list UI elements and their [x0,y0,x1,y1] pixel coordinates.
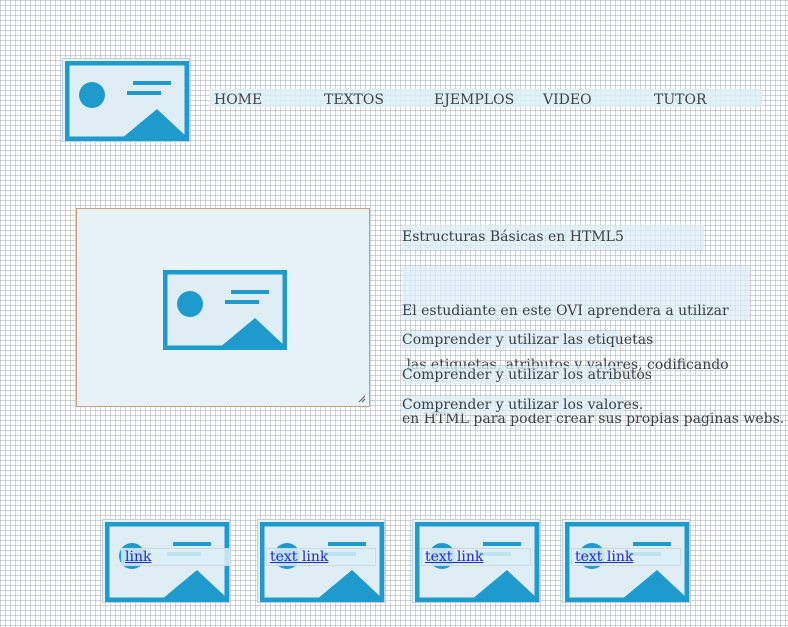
thumbnail-link[interactable]: link [125,549,151,565]
thumbnail-card: text link [562,519,690,603]
thumbnail-link[interactable]: text link [270,549,328,565]
thumbnail-caption: text link [421,548,531,566]
description-block: El estudiante en este OVI aprendera a ut… [402,266,784,427]
thumbnail-link[interactable]: text link [575,549,633,565]
media-area[interactable] [76,208,370,407]
description-line: El estudiante en este OVI aprendera a ut… [402,303,729,319]
objective-item: Comprender y utilizar los atributos [402,366,652,384]
thumbnail-link[interactable]: text link [425,549,483,565]
logo-image [62,58,190,142]
thumbnail-caption: text link [571,548,681,566]
resize-handle-icon[interactable] [358,395,366,403]
image-placeholder-icon [65,61,189,141]
objective-item: Comprender y utilizar los valores. [402,396,644,414]
objective-item: Comprender y utilizar las etiquetas [402,331,654,349]
thumbnail-card: text link [412,519,540,603]
thumbnail-caption: link [121,548,231,566]
thumbnail-caption: text link [266,548,376,566]
main-nav: HOME TEXTOS EJEMPLOS VIDEO TUTOR [210,89,762,108]
content-heading: Estructuras Básicas en HTML5 [402,225,704,250]
nav-textos[interactable]: TEXTOS [324,92,384,108]
thumbnail-card: link [102,519,231,603]
nav-ejemplos[interactable]: EJEMPLOS [434,92,514,108]
nav-video[interactable]: VIDEO [543,92,592,108]
nav-tutor[interactable]: TUTOR [654,92,707,108]
image-placeholder-icon [163,270,287,350]
thumbnail-card: text link [257,519,385,603]
nav-home[interactable]: HOME [214,92,262,108]
